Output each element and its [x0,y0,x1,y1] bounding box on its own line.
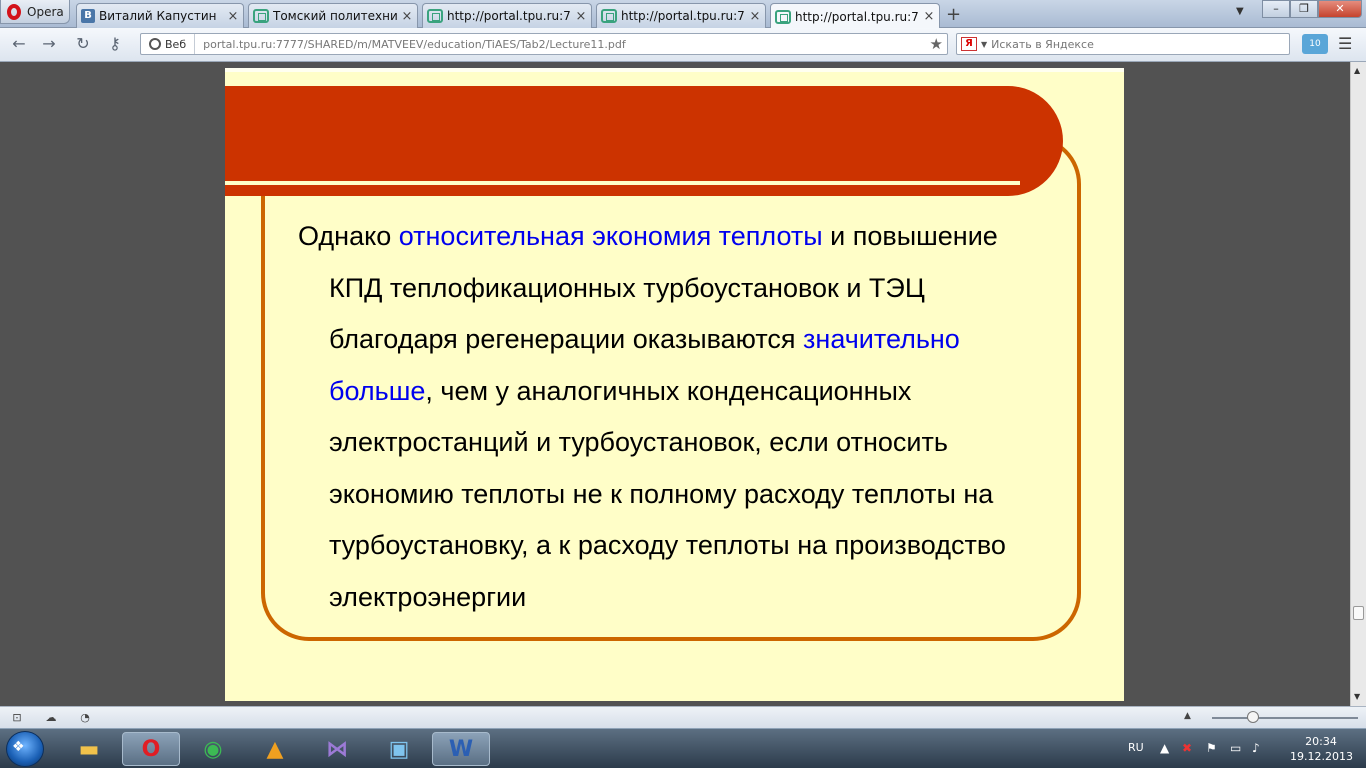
close-window-icon[interactable]: ✕ [1318,0,1362,18]
text-segment: Однако [298,221,399,251]
opera-menu-button[interactable]: Opera [0,0,70,24]
tab-close-icon[interactable]: × [923,9,935,24]
windows-logo-icon: ❖ [12,739,25,755]
slide-header-band [225,86,1063,196]
word-icon: W [448,736,474,762]
tab-vk[interactable]: B Виталий Капустин × [76,3,244,28]
forward-icon[interactable]: → [38,34,60,54]
taskbar-aimp[interactable]: ▲ [246,732,304,766]
slide-paragraph: Однако относительная экономия теплоты и … [298,211,1058,623]
address-bar-row: ← → ↻ ⚷ Веб portal.tpu.ru:7777/SHARED/m/… [0,28,1366,62]
network-error-icon[interactable]: ✖ [1182,741,1192,755]
url-text[interactable]: portal.tpu.ru:7777/SHARED/m/MATVEEV/educ… [195,38,929,51]
yandex-icon[interactable]: Я [961,37,977,51]
chrome-icon: ◉ [203,736,223,762]
cloud-icon[interactable]: ☁ [44,711,58,724]
scroll-down-icon[interactable]: ▼ [1354,692,1360,701]
tab-close-icon[interactable]: × [575,9,587,24]
volume-icon[interactable]: ♪ [1252,741,1260,755]
globe-icon [149,38,161,50]
minimize-icon[interactable]: – [1262,0,1290,18]
status-bar: ⊡ ☁ ◔ ▲ [0,706,1366,728]
tab-title: http://portal.tpu.ru:777... [795,9,919,24]
back-icon[interactable]: ← [8,34,30,54]
visual-studio-icon: ⋈ [326,736,348,762]
tab-bar: Opera B Виталий Капустин × Томский полит… [0,0,1366,29]
zoom-slider-knob[interactable] [1247,711,1259,723]
bookmark-star-icon[interactable]: ★ [930,35,947,53]
photo-viewer-icon: ▣ [388,736,410,762]
address-field[interactable]: Веб portal.tpu.ru:7777/SHARED/m/MATVEEV/… [140,33,948,55]
tab-title: Томский политехниче... [273,9,397,23]
tpu-icon [775,9,791,24]
action-center-icon[interactable]: ⚑ [1206,741,1217,755]
taskbar-photo-viewer[interactable]: ▣ [370,732,428,766]
tpu-icon [601,9,617,23]
reload-icon[interactable]: ↻ [72,34,94,54]
new-tab-icon[interactable]: + [946,4,961,25]
window-controls: – ❐ ✕ [1262,0,1362,18]
opera-menu-label: Opera [27,4,64,19]
tab-title: http://portal.tpu.ru:777... [621,9,745,23]
page-top-edge [225,68,1124,72]
vertical-scrollbar[interactable]: ▲ ▼ [1350,62,1366,706]
tpu-icon [253,9,269,23]
taskbar-word[interactable]: W [432,732,490,766]
taskbar-visual-studio[interactable]: ⋈ [308,732,366,766]
display-icon[interactable]: ▭ [1230,741,1241,755]
speed-dial-icon[interactable]: ◔ [78,711,92,724]
search-input[interactable] [991,37,1272,51]
extension-icon[interactable]: 10 [1302,34,1328,54]
folder-icon: ▬ [78,736,100,762]
windows-taskbar: ❖ ▬ O ◉ ▲ ⋈ ▣ W RU ▲ ✖ ⚑ ▭ ♪ 20:34 19.12… [0,728,1366,768]
vk-icon: B [81,9,95,23]
tpu-icon [427,9,443,23]
tab-portal-1[interactable]: http://portal.tpu.ru:777... × [422,3,592,28]
tab-close-icon[interactable]: × [227,9,239,24]
zoom-menu-icon[interactable]: ▲ [1184,711,1191,721]
system-clock[interactable]: 20:34 19.12.2013 [1290,734,1353,764]
slide-body-text: Однако относительная экономия теплоты и … [298,211,1058,623]
taskbar-opera[interactable]: O [122,732,180,766]
opera-logo-icon [7,3,21,20]
tab-tpu-home[interactable]: Томский политехниче... × [248,3,418,28]
scroll-thumb[interactable] [1353,606,1364,620]
tab-list-icon[interactable]: ▼ [1236,6,1244,17]
text-segment: , чем у аналогичных конденсационных элек… [329,375,1006,612]
tab-portal-active[interactable]: http://portal.tpu.ru:777... × [770,3,940,29]
key-icon[interactable]: ⚷ [104,34,126,54]
opera-icon: O [141,736,161,762]
tab-portal-2[interactable]: http://portal.tpu.ru:777... × [596,3,766,28]
language-indicator[interactable]: RU [1128,741,1144,754]
highlighted-segment: относительная экономия теплоты [398,221,823,251]
search-field[interactable]: Я ▼ [956,33,1290,55]
header-divider-line [225,181,1020,185]
scroll-up-icon[interactable]: ▲ [1354,66,1360,75]
clock-date: 19.12.2013 [1290,750,1353,763]
panel-toggle-icon[interactable]: ⊡ [10,711,24,724]
tab-close-icon[interactable]: × [749,9,761,24]
show-hidden-icons-icon[interactable]: ▲ [1160,741,1169,755]
tab-title: Виталий Капустин [99,9,217,23]
tab-title: http://portal.tpu.ru:777... [447,9,571,23]
zoom-slider[interactable] [1212,717,1358,719]
tab-close-icon[interactable]: × [401,9,413,24]
pdf-page: Однако относительная экономия теплоты и … [225,68,1124,701]
search-engine-dropdown-icon[interactable]: ▼ [981,40,987,49]
maximize-icon[interactable]: ❐ [1290,0,1318,18]
menu-icon[interactable]: ☰ [1338,34,1352,53]
web-label: Веб [165,37,187,51]
aimp-icon: ▲ [266,736,284,762]
clock-time: 20:34 [1305,735,1337,748]
site-info-button[interactable]: Веб [141,34,196,54]
taskbar-explorer[interactable]: ▬ [60,732,118,766]
taskbar-chrome[interactable]: ◉ [184,732,242,766]
